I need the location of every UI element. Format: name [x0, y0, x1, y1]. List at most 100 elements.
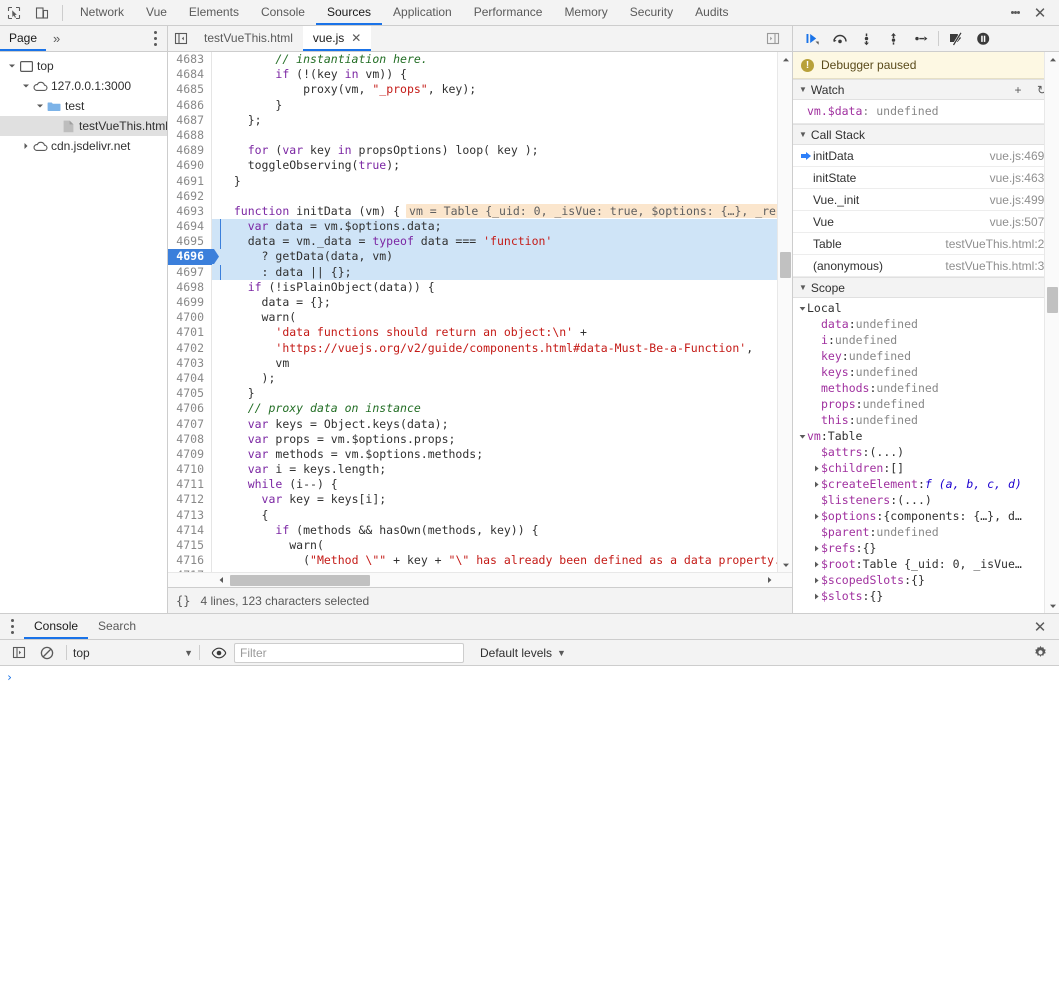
device-toolbar-icon[interactable]: [28, 0, 56, 25]
line-number[interactable]: 4713: [168, 507, 212, 523]
console-output[interactable]: ›: [0, 666, 1059, 1007]
twisty-down-icon[interactable]: [20, 82, 32, 90]
scroll-down-icon[interactable]: [778, 557, 792, 572]
drawer-tab-search[interactable]: Search: [88, 614, 146, 639]
line-number[interactable]: 4706: [168, 401, 212, 417]
tree-item-top[interactable]: top: [0, 56, 167, 76]
line-number[interactable]: 4698: [168, 279, 212, 295]
line-number[interactable]: 4707: [168, 416, 212, 432]
code-line[interactable]: 4696 ? getData(data, vm): [168, 249, 777, 265]
tree-item-folder-test[interactable]: test: [0, 96, 167, 116]
line-number[interactable]: 4684: [168, 67, 212, 83]
chevron-down-icon[interactable]: ▼: [799, 85, 807, 94]
code-text[interactable]: if (methods && hasOwn(methods, key)) {: [212, 523, 777, 538]
scope-row[interactable]: props: undefined: [793, 396, 1059, 412]
code-line[interactable]: 4698 if (!isPlainObject(data)) {: [168, 279, 777, 295]
navigator-options-icon[interactable]: [143, 26, 167, 51]
pretty-print-icon[interactable]: {}: [176, 594, 190, 608]
line-number[interactable]: 4715: [168, 538, 212, 554]
call-stack-frame[interactable]: (anonymous) testVueThis.html:39: [793, 255, 1059, 277]
debugger-vertical-scrollbar[interactable]: [1044, 52, 1059, 613]
line-number[interactable]: 4692: [168, 188, 212, 204]
line-number[interactable]: 4683: [168, 52, 212, 68]
scope-row[interactable]: $options: {components: {…}, d…: [793, 508, 1059, 524]
deactivate-breakpoints-button[interactable]: [943, 26, 970, 51]
code-line[interactable]: 4684 if (!(key in vm)) {: [168, 67, 777, 83]
scope-row[interactable]: $attrs: (...): [793, 444, 1059, 460]
close-devtools-icon[interactable]: ✕: [1027, 0, 1053, 25]
watch-expression-row[interactable]: vm.$data: undefined: [793, 100, 1059, 124]
drawer-tab-console[interactable]: Console: [24, 614, 89, 639]
line-number[interactable]: 4708: [168, 431, 212, 447]
line-number[interactable]: 4703: [168, 355, 212, 371]
code-line[interactable]: 4712 var key = keys[i];: [168, 492, 777, 508]
chevron-down-icon[interactable]: ▼: [557, 648, 566, 658]
code-text[interactable]: );: [212, 371, 777, 386]
chevron-down-icon[interactable]: ▼: [799, 283, 807, 292]
code-lines[interactable]: 4683 // instantiation here. 4684 if (!(ke…: [168, 52, 777, 572]
code-line[interactable]: 4688: [168, 127, 777, 144]
code-line[interactable]: 4701 'data functions should return an ob…: [168, 325, 777, 341]
editor-tab-testvuethis-html[interactable]: testVueThis.html: [194, 26, 303, 51]
call-stack-frame[interactable]: Vue vue.js:5072: [793, 211, 1059, 233]
code-line[interactable]: 4690 toggleObserving(true);: [168, 158, 777, 174]
editor-hscroll-thumb[interactable]: [230, 575, 370, 586]
line-number[interactable]: 4686: [168, 97, 212, 113]
console-prompt-row[interactable]: ›: [0, 666, 1059, 688]
scroll-up-icon[interactable]: [778, 52, 792, 67]
line-number[interactable]: 4711: [168, 477, 212, 493]
twisty-right-icon[interactable]: [811, 513, 821, 520]
code-line[interactable]: 4705 }: [168, 386, 777, 402]
console-log-levels-selector[interactable]: Default levels ▼: [480, 646, 566, 660]
close-icon[interactable]: ✕: [351, 31, 361, 45]
line-number[interactable]: 4716: [168, 553, 212, 569]
tree-item-origin-cdn[interactable]: cdn.jsdelivr.net: [0, 136, 167, 156]
line-number[interactable]: 4704: [168, 370, 212, 387]
code-line[interactable]: 4699 data = {};: [168, 295, 777, 311]
line-number[interactable]: 4702: [168, 340, 212, 356]
line-number[interactable]: 4691: [168, 173, 212, 189]
line-number[interactable]: 4688: [168, 127, 212, 144]
scope-row[interactable]: this: undefined: [793, 412, 1059, 428]
tab-memory[interactable]: Memory: [553, 0, 618, 25]
code-text[interactable]: var data = vm.$options.data;: [212, 219, 777, 235]
code-line[interactable]: 4695 data = vm._data = typeof data === '…: [168, 234, 777, 250]
step-into-next-function-call-button[interactable]: [853, 26, 880, 51]
code-line[interactable]: 4704 );: [168, 370, 777, 387]
code-text[interactable]: data = {};: [212, 295, 777, 310]
editor-horizontal-scrollbar[interactable]: [168, 572, 792, 587]
twisty-down-icon[interactable]: [797, 433, 807, 440]
code-text[interactable]: // instantiation here.: [212, 52, 777, 67]
chevron-down-icon[interactable]: ▼: [799, 130, 807, 139]
code-line[interactable]: 4711 while (i--) {: [168, 477, 777, 493]
code-text[interactable]: }: [212, 386, 777, 401]
code-text[interactable]: var keys = Object.keys(data);: [212, 417, 777, 432]
code-text[interactable]: toggleObserving(true);: [212, 158, 777, 173]
twisty-right-icon[interactable]: [811, 593, 821, 600]
code-text[interactable]: for (var key in propsOptions) loop( key …: [212, 143, 777, 158]
code-line[interactable]: 4706 // proxy data on instance: [168, 401, 777, 417]
line-number[interactable]: 4700: [168, 310, 212, 326]
code-editor[interactable]: 4683 // instantiation here. 4684 if (!(ke…: [168, 52, 792, 572]
tree-item-origin[interactable]: 127.0.0.1:3000: [0, 76, 167, 96]
scope-row[interactable]: vm: Table: [793, 428, 1059, 444]
call-stack-frame[interactable]: Vue._init vue.js:4994: [793, 189, 1059, 211]
scroll-left-icon[interactable]: [214, 573, 228, 588]
twisty-right-icon[interactable]: [811, 465, 821, 472]
line-number[interactable]: 4710: [168, 462, 212, 478]
scope-row[interactable]: $listeners: (...): [793, 492, 1059, 508]
line-number[interactable]: 4693: [168, 203, 212, 220]
line-number[interactable]: 4685: [168, 82, 212, 98]
call-stack-section-header[interactable]: ▼ Call Stack: [793, 124, 1059, 145]
code-text[interactable]: }: [212, 174, 777, 189]
watch-section-header[interactable]: ▼ Watch + ↻: [793, 79, 1059, 100]
tab-vue[interactable]: Vue: [135, 0, 178, 25]
scope-row[interactable]: i: undefined: [793, 332, 1059, 348]
code-line[interactable]: 4687 };: [168, 112, 777, 128]
call-stack-frame[interactable]: initData vue.js:4694: [793, 145, 1059, 167]
twisty-right-icon[interactable]: [811, 481, 821, 488]
code-text[interactable]: 'https://vuejs.org/v2/guide/components.h…: [212, 341, 777, 356]
step-button[interactable]: [907, 26, 934, 51]
scope-row[interactable]: key: undefined: [793, 348, 1059, 364]
show-debugger-sidebar-icon[interactable]: [760, 26, 786, 51]
